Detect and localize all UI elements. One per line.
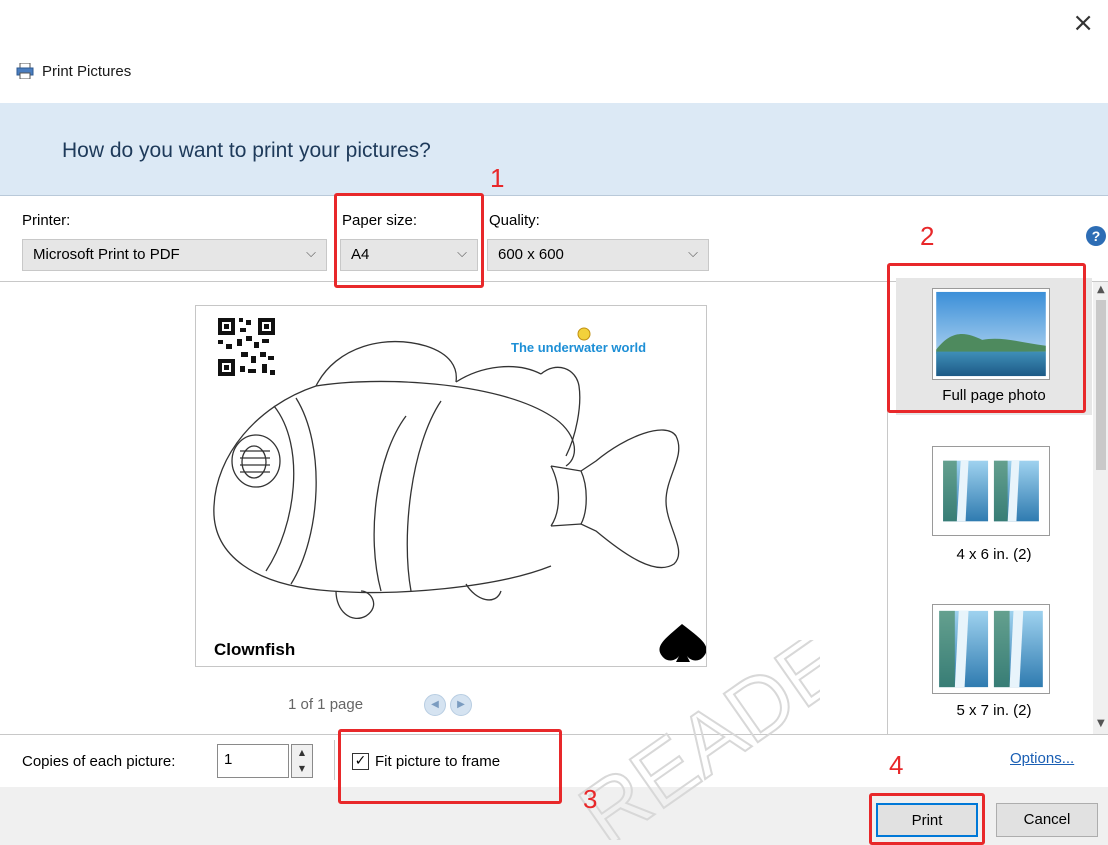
scrollbar-thumb[interactable]: [1096, 300, 1106, 470]
logo-text: The underwater world: [511, 340, 646, 355]
scroll-down-icon[interactable]: ▼: [1097, 718, 1105, 729]
scroll-up-icon[interactable]: ▲: [1097, 284, 1105, 295]
annotation-box-1: [334, 193, 484, 288]
copies-input[interactable]: 1: [217, 744, 289, 778]
cancel-button[interactable]: Cancel: [996, 803, 1098, 837]
quality-label: Quality:: [489, 212, 540, 229]
help-icon[interactable]: ?: [1086, 226, 1106, 246]
divider: [334, 740, 335, 780]
quality-select[interactable]: 600 x 600 ⌵: [487, 239, 709, 271]
stepper-up-icon[interactable]: ▲: [292, 745, 312, 761]
two-portrait-thumbnail-icon: [932, 604, 1050, 694]
annotation-number-3: 3: [583, 784, 598, 814]
printer-icon: [16, 63, 34, 79]
layout-4x6[interactable]: 4 x 6 in. (2): [896, 440, 1092, 570]
annotation-box-4: [869, 793, 985, 845]
prev-page-button[interactable]: ◀: [424, 694, 446, 716]
quality-select-value: 600 x 600: [498, 246, 564, 263]
window-title: Print Pictures: [42, 63, 132, 80]
layout-label-4x6: 4 x 6 in. (2): [956, 546, 1032, 563]
options-link[interactable]: Options...: [1010, 750, 1074, 767]
two-portrait-thumbnail-icon: [932, 446, 1050, 536]
stepper-down-icon[interactable]: ▼: [292, 761, 312, 777]
close-button[interactable]: ×: [1072, 10, 1094, 36]
next-page-button[interactable]: ▶: [450, 694, 472, 716]
printer-label: Printer:: [22, 212, 71, 229]
layout-5x7[interactable]: 5 x 7 in. (2): [896, 598, 1092, 728]
preview-caption: Clownfish: [214, 640, 296, 659]
chevron-down-icon: ⌵: [306, 246, 316, 261]
clownfish-illustration: The underwater world: [213, 318, 706, 662]
header-question: How do you want to print your pictures?: [62, 139, 431, 162]
copies-stepper[interactable]: ▲ ▼: [291, 744, 313, 778]
annotation-box-2: [887, 263, 1086, 413]
annotation-number-1: 1: [490, 163, 505, 193]
spade-icon: [659, 624, 706, 662]
printer-select-value: Microsoft Print to PDF: [33, 246, 180, 263]
copies-label: Copies of each picture:: [22, 753, 176, 770]
layout-label-5x7: 5 x 7 in. (2): [956, 702, 1032, 719]
chevron-down-icon: ⌵: [688, 246, 698, 261]
annotation-box-3: [338, 729, 562, 804]
print-preview: The underwater world Clownfish: [195, 305, 707, 667]
annotation-number-4: 4: [889, 750, 904, 780]
printer-select[interactable]: Microsoft Print to PDF ⌵: [22, 239, 327, 271]
page-info: 1 of 1 page: [288, 696, 364, 713]
qr-code-icon: [218, 318, 278, 378]
annotation-number-2: 2: [920, 221, 935, 251]
